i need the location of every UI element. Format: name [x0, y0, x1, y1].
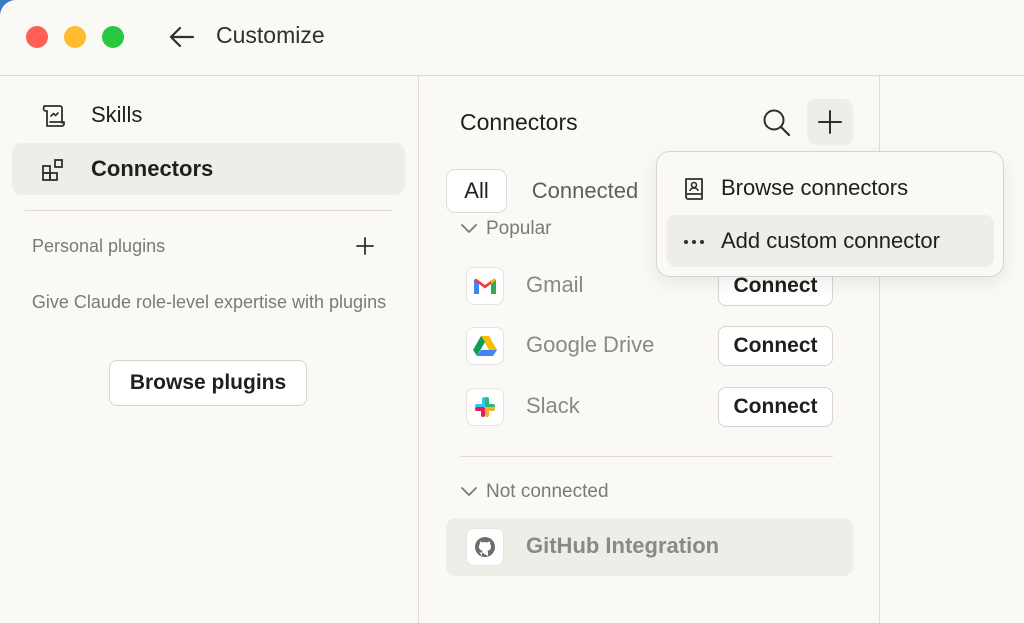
menu-item-add-custom-connector[interactable]: Add custom connector: [667, 215, 994, 267]
more-horizontal-icon: [684, 240, 704, 244]
google-drive-icon: [466, 327, 504, 365]
slack-icon: [466, 388, 504, 426]
title-bar: Customize: [0, 0, 1024, 76]
sidebar-item-skills[interactable]: Skills: [12, 89, 405, 141]
group-header-not-connected[interactable]: Not connected: [460, 481, 609, 503]
book-user-icon: [685, 178, 703, 200]
browse-plugins-button[interactable]: Browse plugins: [109, 360, 307, 406]
divider: [25, 210, 392, 211]
connector-name: Gmail: [526, 272, 584, 297]
search-button[interactable]: [760, 106, 794, 140]
app-window: Customize Skills Connectors Personal plu…: [0, 0, 1024, 623]
search-icon: [763, 109, 791, 137]
tab-connected[interactable]: Connected: [520, 169, 650, 213]
scroll-icon: [42, 105, 65, 127]
menu-item-label: Browse connectors: [721, 175, 909, 200]
connector-name: GitHub Integration: [526, 533, 720, 558]
connect-button[interactable]: Connect: [718, 387, 833, 427]
maximize-window-button[interactable]: [102, 26, 124, 48]
github-icon: [466, 528, 504, 566]
plugins-empty-text: Give Claude role-level expertise with pl…: [31, 292, 387, 312]
connector-name: Slack: [526, 393, 580, 418]
add-plugin-icon[interactable]: [355, 236, 375, 256]
divider: [460, 456, 833, 457]
sidebar-item-label: Connectors: [91, 156, 214, 181]
menu-item-label: Add custom connector: [721, 228, 940, 253]
connect-button[interactable]: Connect: [718, 326, 833, 366]
connector-row-slack[interactable]: Slack Connect: [446, 378, 853, 436]
group-label: Not connected: [486, 481, 609, 502]
sidebar-item-connectors[interactable]: Connectors: [12, 143, 405, 195]
connector-row-github[interactable]: GitHub Integration: [446, 518, 853, 576]
close-window-button[interactable]: [26, 26, 48, 48]
sidebar-item-label: Skills: [91, 102, 143, 127]
blocks-icon: [42, 159, 63, 181]
personal-plugins-label: Personal plugins: [32, 236, 166, 256]
sidebar: Skills Connectors Personal plugins Give …: [0, 76, 419, 623]
group-label: Popular: [486, 218, 552, 239]
page-title: Connectors: [460, 109, 578, 135]
group-header-popular[interactable]: Popular: [460, 218, 552, 240]
menu-item-browse-connectors[interactable]: Browse connectors: [667, 162, 994, 214]
tab-all[interactable]: All: [446, 169, 507, 213]
chevron-down-icon: [461, 487, 477, 496]
add-connector-menu: Browse connectors Add custom connector: [656, 151, 1004, 277]
window-title: Customize: [216, 22, 325, 48]
plus-icon: [818, 110, 842, 134]
connector-row-google-drive[interactable]: Google Drive Connect: [446, 317, 853, 375]
minimize-window-button[interactable]: [64, 26, 86, 48]
connector-name: Google Drive: [526, 332, 655, 357]
arrow-left-icon: [169, 26, 195, 48]
gmail-icon: [466, 267, 504, 305]
back-button[interactable]: [168, 24, 196, 50]
add-connector-button[interactable]: [807, 99, 853, 145]
chevron-down-icon: [461, 224, 477, 233]
